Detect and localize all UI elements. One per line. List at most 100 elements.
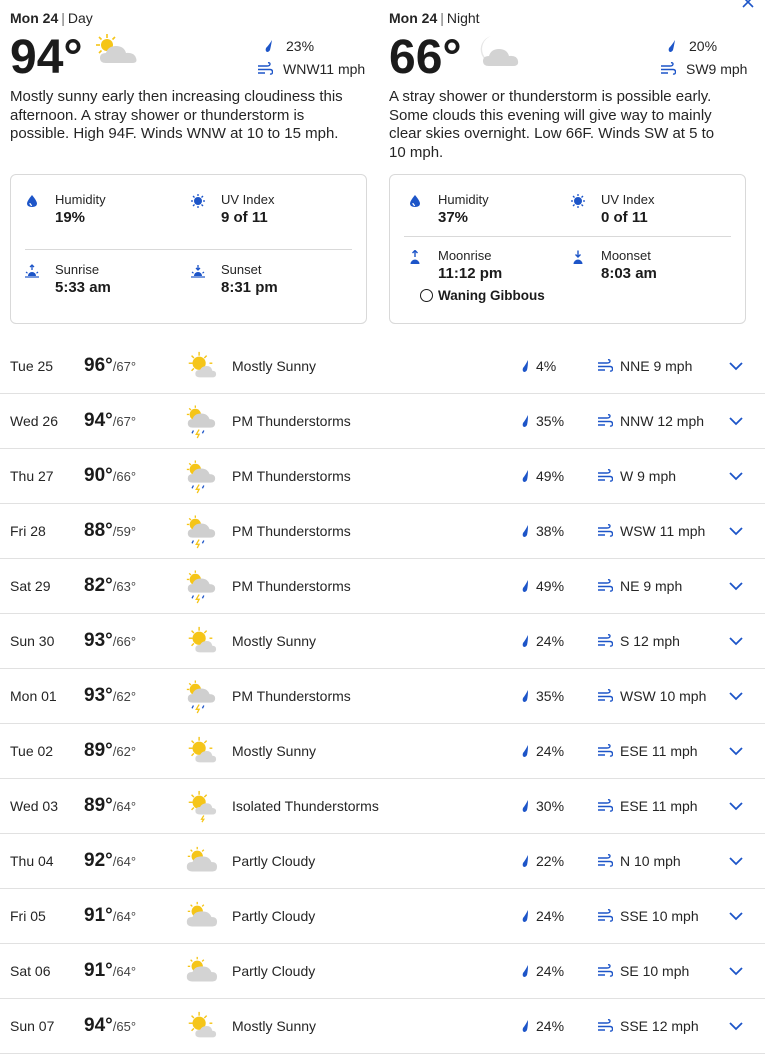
- daily-row[interactable]: Fri 28 88°/59° PM Thunderstorms 38% WSW 11 m…: [0, 504, 765, 559]
- day-wind: WNW11 mph: [257, 61, 365, 77]
- chevron-down-icon[interactable]: [728, 854, 744, 868]
- daily-low: 66°: [116, 469, 137, 484]
- wind-icon: [598, 414, 613, 427]
- chevron-down-icon[interactable]: [728, 414, 744, 428]
- daily-date: Sun 30: [10, 633, 55, 649]
- raindrop-icon: [522, 580, 528, 592]
- raindrop-icon: [522, 855, 528, 867]
- daily-condition: Mostly Sunny: [232, 1018, 317, 1034]
- daily-precip: 35%: [520, 688, 564, 704]
- daily-low: 67°: [116, 414, 137, 429]
- close-icon[interactable]: [740, 0, 756, 10]
- daily-wind-value: WSW 11 mph: [620, 523, 706, 539]
- daily-row[interactable]: Tue 02 89°/62° Mostly Sunny 24% ESE 11 mph: [0, 724, 765, 779]
- wind-icon: [598, 744, 613, 757]
- daily-temps: 89°/64°: [84, 795, 137, 816]
- chevron-down-icon[interactable]: [728, 1019, 744, 1033]
- raindrop-icon: [522, 360, 528, 372]
- daily-temps: 94°/67°: [84, 410, 137, 431]
- mostly-sunny-icon: [188, 736, 217, 763]
- chevron-down-icon[interactable]: [728, 964, 744, 978]
- sunset-icon: [191, 265, 205, 278]
- daily-row[interactable]: Sat 06 91°/64° Partly Cloudy 24% SE 10 mph: [0, 944, 765, 999]
- daily-wind-value: W 9 mph: [620, 468, 677, 484]
- daily-wind: ESE 11 mph: [597, 798, 698, 814]
- moonset-value: 8:03 am: [601, 265, 657, 282]
- moon-phase-icon: [420, 289, 433, 302]
- chevron-down-icon[interactable]: [728, 359, 744, 373]
- uv-value: 0 of 11: [601, 209, 648, 226]
- daily-row[interactable]: Wed 03 89°/64° Isolated Thunderstorms 30% ES…: [0, 779, 765, 834]
- thunderstorm-icon: [186, 405, 216, 439]
- daily-precip: 24%: [520, 1018, 564, 1034]
- wind-icon: [598, 799, 613, 812]
- night-period-label: Night: [446, 10, 480, 26]
- daily-low: 64°: [116, 964, 137, 979]
- day-header: Mon 24 | Day: [10, 10, 93, 26]
- thunderstorm-icon: [186, 570, 216, 604]
- daily-condition: PM Thunderstorms: [232, 578, 351, 594]
- daily-temps: 88°/59°: [84, 520, 137, 541]
- chevron-down-icon[interactable]: [728, 524, 744, 538]
- wind-icon: [598, 579, 613, 592]
- daily-precip-value: 24%: [536, 963, 565, 979]
- daily-precip: 24%: [520, 908, 564, 924]
- daily-date: Thu 27: [10, 468, 54, 484]
- sunny-cloudy-icon: [96, 34, 137, 63]
- chevron-down-icon[interactable]: [728, 689, 744, 703]
- daily-wind: N 10 mph: [597, 853, 681, 869]
- thunderstorm-icon: [186, 460, 216, 494]
- daily-temps: 93°/66°: [84, 630, 137, 651]
- daily-temps: 94°/65°: [84, 1015, 137, 1036]
- moonrise-value: 11:12 pm: [438, 265, 503, 282]
- daily-date: Tue 25: [10, 358, 54, 374]
- chevron-down-icon[interactable]: [728, 744, 744, 758]
- daily-row[interactable]: Sun 30 93°/66° Mostly Sunny 24% S 12 mph: [0, 614, 765, 669]
- daily-forecast-list: Tue 25 96°/67° Mostly Sunny 4% NNE 9 mph Wed …: [0, 339, 765, 1054]
- daily-row[interactable]: Thu 04 92°/64° Partly Cloudy 22% N 10 mph: [0, 834, 765, 889]
- day-date-label: Mon 24: [10, 10, 59, 26]
- day-narrative: Mostly sunny early then increasing cloud…: [10, 88, 343, 142]
- card-divider: [404, 236, 731, 237]
- daily-condition: PM Thunderstorms: [232, 413, 351, 429]
- daily-row[interactable]: Sun 07 94°/65° Mostly Sunny 24% SSE 12 mph: [0, 999, 765, 1054]
- daily-wind: WSW 11 mph: [597, 523, 705, 539]
- partly-cloudy-icon: [186, 901, 218, 927]
- daily-wind: NE 9 mph: [597, 578, 682, 594]
- night-precip-value: 20%: [689, 38, 718, 54]
- daily-date: Wed 26: [10, 413, 58, 429]
- daily-precip: 49%: [520, 578, 564, 594]
- chevron-down-icon[interactable]: [728, 634, 744, 648]
- raindrop-icon: [522, 690, 528, 702]
- wind-icon: [598, 634, 613, 647]
- chevron-down-icon[interactable]: [728, 909, 744, 923]
- day-details-card: Humidity 19% UV Index 9 of 11 Sunrise 5:…: [10, 174, 367, 324]
- daily-date: Fri 05: [10, 908, 46, 924]
- daily-wind-value: WSW 10 mph: [620, 688, 707, 704]
- daily-wind: WSW 10 mph: [597, 688, 706, 704]
- daily-high: 88°: [84, 520, 113, 541]
- wind-icon: [598, 964, 613, 977]
- chevron-down-icon[interactable]: [728, 799, 744, 813]
- chevron-down-icon[interactable]: [728, 469, 744, 483]
- daily-temps: 92°/64°: [84, 850, 137, 871]
- chevron-down-icon[interactable]: [728, 579, 744, 593]
- daily-row[interactable]: Mon 01 93°/62° PM Thunderstorms 35% WSW 10 m…: [0, 669, 765, 724]
- daily-high: 82°: [84, 575, 113, 596]
- moon-phase: Waning Gibbous: [420, 288, 545, 303]
- mostly-sunny-icon: [188, 351, 217, 378]
- daily-temps: 96°/67°: [84, 355, 137, 376]
- daily-temps: 89°/62°: [84, 740, 137, 761]
- daily-row[interactable]: Tue 25 96°/67° Mostly Sunny 4% NNE 9 mph: [0, 339, 765, 394]
- daily-low: 64°: [116, 854, 137, 869]
- day-period-label: Day: [67, 10, 93, 26]
- daily-row[interactable]: Thu 27 90°/66° PM Thunderstorms 49% W 9 mph: [0, 449, 765, 504]
- daily-wind-value: SSE 10 mph: [620, 908, 699, 924]
- daily-row[interactable]: Fri 05 91°/64° Partly Cloudy 24% SSE 10 mph: [0, 889, 765, 944]
- daily-wind: NNW 12 mph: [597, 413, 704, 429]
- daily-row[interactable]: Sat 29 82°/63° PM Thunderstorms 49% NE 9 mph: [0, 559, 765, 614]
- daily-wind-value: NE 9 mph: [620, 578, 683, 594]
- daily-wind-value: SSE 12 mph: [620, 1018, 699, 1034]
- daily-precip: 35%: [520, 413, 564, 429]
- daily-row[interactable]: Wed 26 94°/67° PM Thunderstorms 35% NNW 12 m…: [0, 394, 765, 449]
